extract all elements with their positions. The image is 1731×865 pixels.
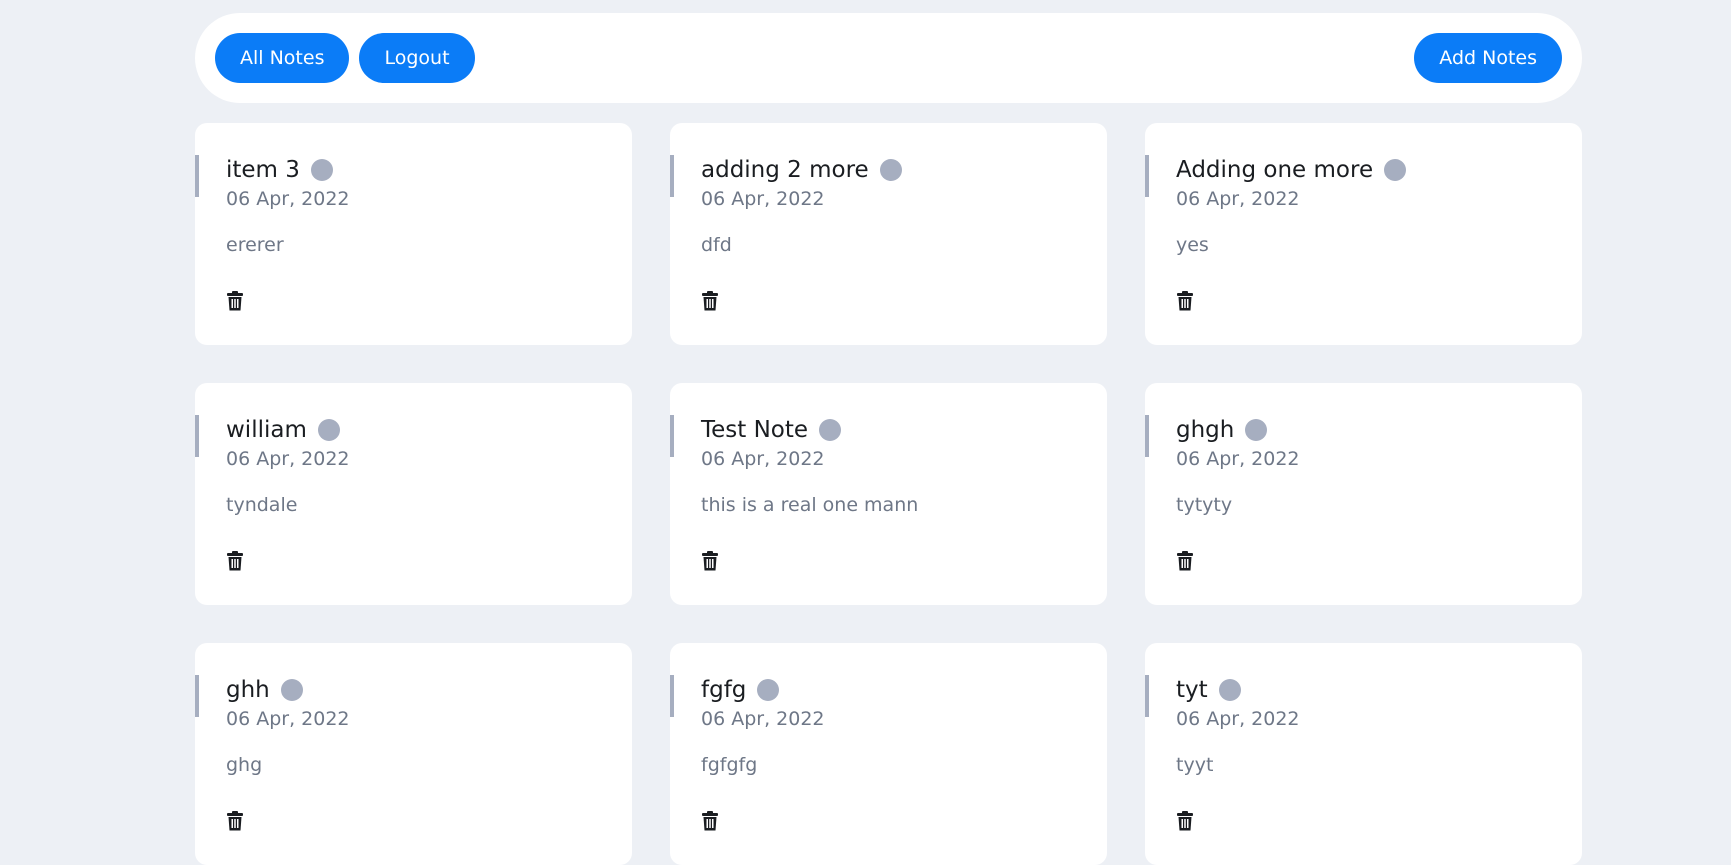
- card-accent-bar: [195, 675, 199, 717]
- card-accent-bar: [670, 675, 674, 717]
- note-body: fgfgfg: [701, 754, 758, 776]
- status-dot-icon: [1384, 159, 1407, 181]
- note-date: 06 Apr, 2022: [701, 708, 825, 730]
- card-accent-bar: [195, 415, 199, 457]
- trash-icon[interactable]: [701, 291, 719, 311]
- nav-left-group: All Notes Logout: [215, 33, 475, 83]
- note-card: ghgh 06 Apr, 2022 tytyty: [1145, 383, 1582, 605]
- note-title-row: william: [226, 415, 632, 445]
- note-title: Test Note: [701, 417, 809, 443]
- note-body: tyyt: [1176, 754, 1214, 776]
- note-body: this is a real one mann: [701, 494, 919, 516]
- note-title-row: item 3: [226, 155, 632, 185]
- trash-icon[interactable]: [1176, 551, 1194, 571]
- note-title-row: adding 2 more: [701, 155, 1107, 185]
- card-accent-bar: [670, 155, 674, 197]
- note-title-row: ghgh: [1176, 415, 1582, 445]
- trash-icon[interactable]: [226, 551, 244, 571]
- note-card: item 3 06 Apr, 2022 ererer: [195, 123, 632, 345]
- trash-icon[interactable]: [226, 291, 244, 311]
- note-card: ghh 06 Apr, 2022 ghg: [195, 643, 632, 865]
- trash-icon[interactable]: [701, 551, 719, 571]
- trash-icon[interactable]: [226, 811, 244, 831]
- card-accent-bar: [1145, 155, 1149, 197]
- note-body: dfd: [701, 234, 732, 256]
- note-date: 06 Apr, 2022: [226, 188, 350, 210]
- note-card: tyt 06 Apr, 2022 tyyt: [1145, 643, 1582, 865]
- note-title: adding 2 more: [701, 157, 869, 183]
- trash-icon[interactable]: [1176, 291, 1194, 311]
- note-body: tytyty: [1176, 494, 1233, 516]
- note-date: 06 Apr, 2022: [701, 188, 825, 210]
- note-title-row: fgfg: [701, 675, 1107, 705]
- note-body: yes: [1176, 234, 1209, 256]
- card-accent-bar: [1145, 415, 1149, 457]
- status-dot-icon: [310, 159, 333, 181]
- note-body: ererer: [226, 234, 284, 256]
- note-date: 06 Apr, 2022: [1176, 708, 1300, 730]
- note-date: 06 Apr, 2022: [1176, 448, 1300, 470]
- note-title: item 3: [226, 157, 300, 183]
- note-date: 06 Apr, 2022: [226, 448, 350, 470]
- note-title: ghh: [226, 677, 270, 703]
- card-accent-bar: [1145, 675, 1149, 717]
- trash-icon[interactable]: [701, 811, 719, 831]
- trash-icon[interactable]: [1176, 811, 1194, 831]
- note-title-row: Test Note: [701, 415, 1107, 445]
- note-date: 06 Apr, 2022: [226, 708, 350, 730]
- status-dot-icon: [819, 419, 842, 441]
- status-dot-icon: [1218, 679, 1241, 701]
- logout-button[interactable]: Logout: [359, 33, 475, 83]
- note-card: adding 2 more 06 Apr, 2022 dfd: [670, 123, 1107, 345]
- note-title: Adding one more: [1176, 157, 1374, 183]
- note-card: Test Note 06 Apr, 2022 this is a real on…: [670, 383, 1107, 605]
- note-date: 06 Apr, 2022: [701, 448, 825, 470]
- note-card: william 06 Apr, 2022 tyndale: [195, 383, 632, 605]
- status-dot-icon: [879, 159, 902, 181]
- status-dot-icon: [1245, 419, 1268, 441]
- status-dot-icon: [757, 679, 780, 701]
- note-title-row: tyt: [1176, 675, 1582, 705]
- top-navbar: All Notes Logout Add Notes: [195, 13, 1582, 103]
- note-card: fgfg 06 Apr, 2022 fgfgfg: [670, 643, 1107, 865]
- app-container: All Notes Logout Add Notes item 3 06 Apr…: [195, 13, 1582, 865]
- add-notes-button[interactable]: Add Notes: [1414, 33, 1562, 83]
- status-dot-icon: [317, 419, 340, 441]
- note-date: 06 Apr, 2022: [1176, 188, 1300, 210]
- note-card: Adding one more 06 Apr, 2022 yes: [1145, 123, 1582, 345]
- all-notes-button[interactable]: All Notes: [215, 33, 350, 83]
- note-title: tyt: [1176, 677, 1208, 703]
- note-body: ghg: [226, 754, 263, 776]
- note-title-row: Adding one more: [1176, 155, 1582, 185]
- note-title: fgfg: [701, 677, 747, 703]
- note-title: william: [226, 417, 307, 443]
- card-accent-bar: [670, 415, 674, 457]
- notes-grid: item 3 06 Apr, 2022 ererer adding 2 more…: [195, 123, 1582, 865]
- card-accent-bar: [195, 155, 199, 197]
- note-title: ghgh: [1176, 417, 1235, 443]
- status-dot-icon: [280, 679, 303, 701]
- note-title-row: ghh: [226, 675, 632, 705]
- note-body: tyndale: [226, 494, 298, 516]
